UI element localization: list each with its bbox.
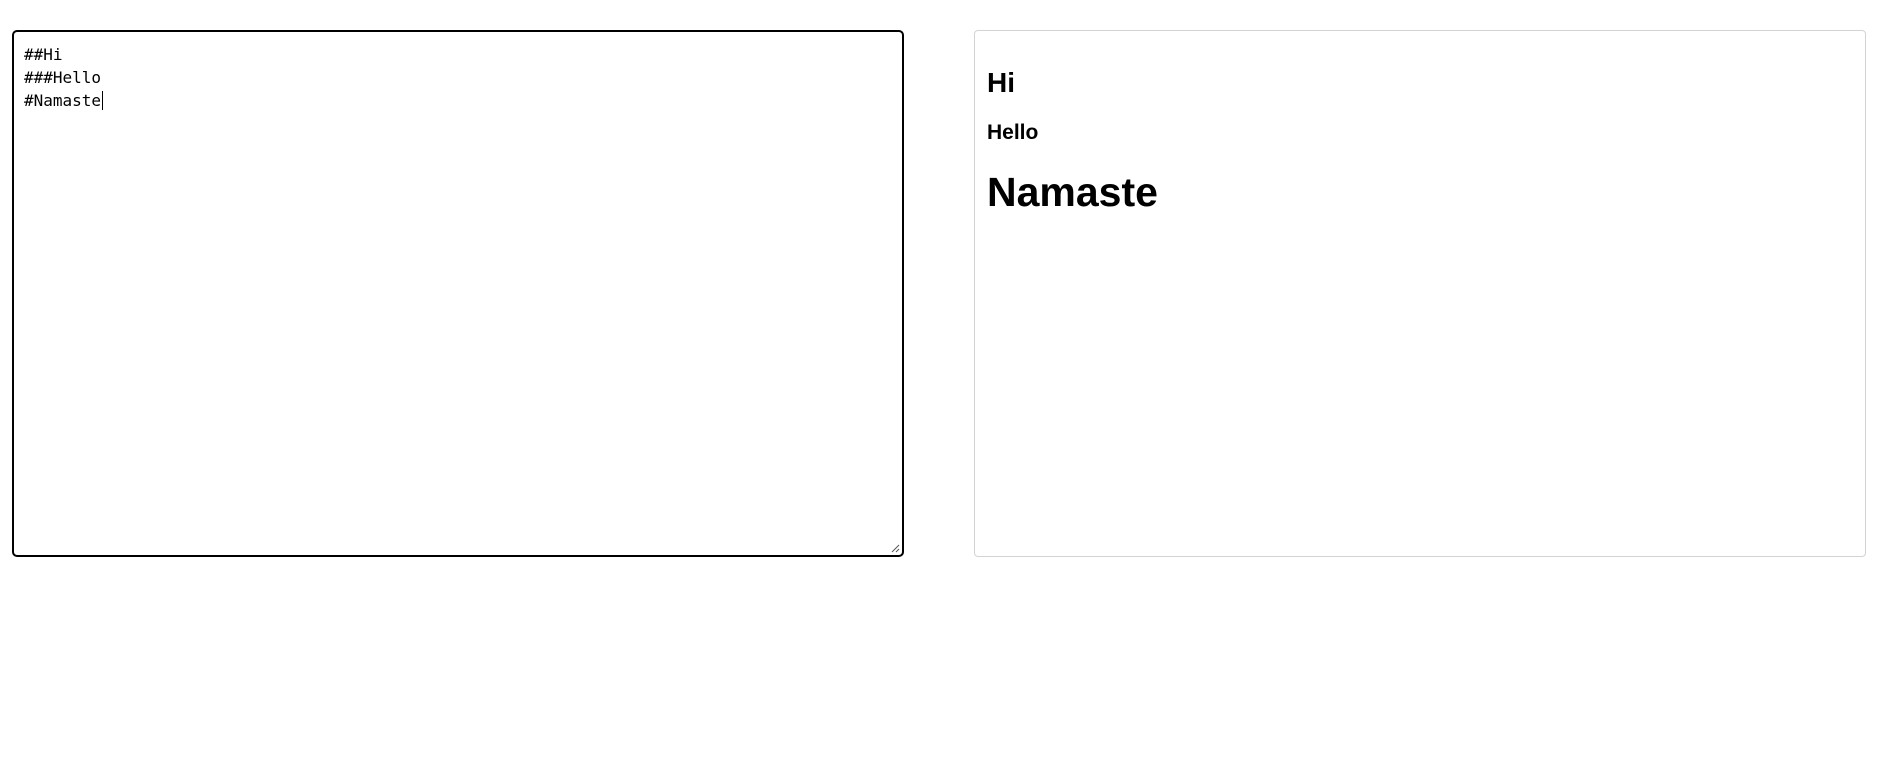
markdown-input[interactable]: ##Hi ###Hello #Namaste: [12, 30, 904, 557]
text-caret: [102, 91, 104, 110]
preview-heading-h2: Hi: [987, 67, 1015, 98]
editor-line: #Namaste: [24, 89, 892, 112]
markdown-preview: Hi Hello Namaste: [974, 30, 1866, 557]
editor-line: ##Hi: [24, 45, 63, 64]
preview-heading-h1: Namaste: [987, 169, 1158, 215]
resize-handle-icon[interactable]: [890, 543, 900, 553]
preview-heading-h3: Hello: [987, 121, 1039, 144]
editor-line-text: #Namaste: [24, 91, 102, 110]
editor-line: ###Hello: [24, 68, 102, 87]
